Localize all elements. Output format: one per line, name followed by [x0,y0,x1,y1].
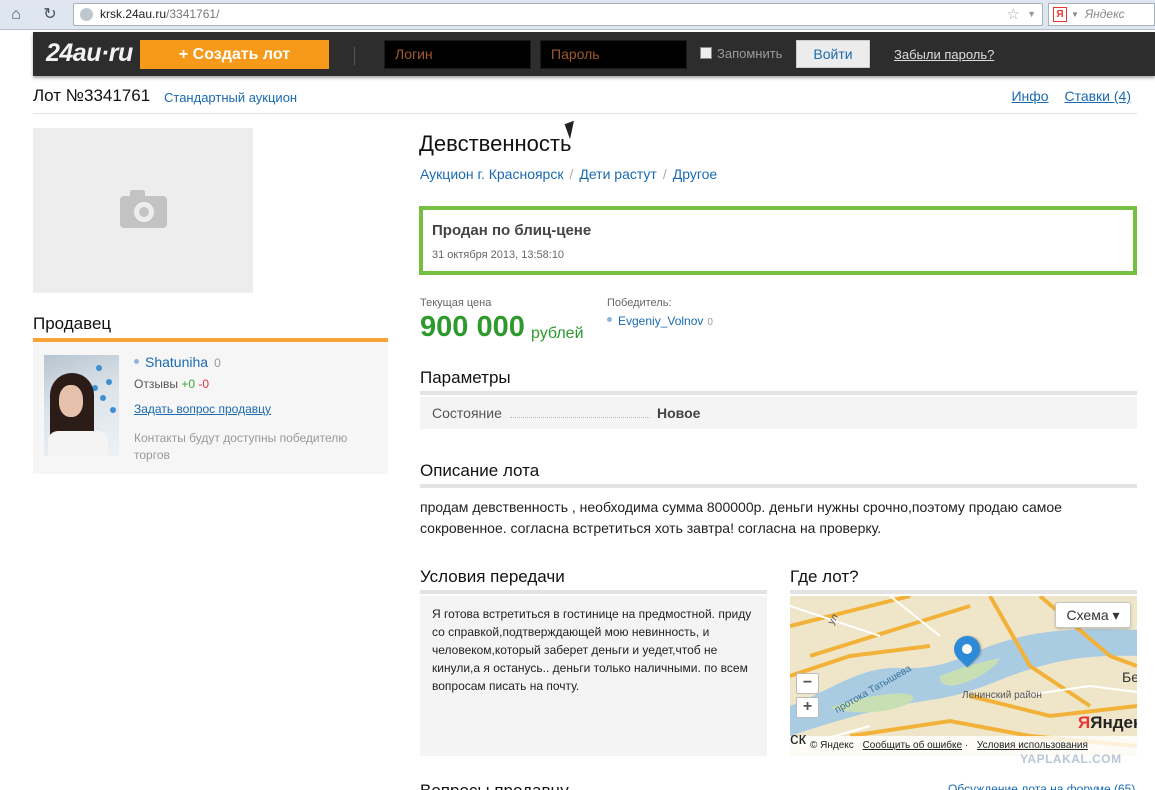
seller-heading: Продавец [33,313,388,342]
create-lot-button[interactable]: + Создать лот [140,40,329,69]
sale-date: 31 октября 2013, 13:58:10 [432,249,565,261]
seller-name-link[interactable]: Shatuniha [145,354,208,370]
watermark: YAPLAKAL.COM [1020,752,1122,766]
location-heading: Где лот? [790,567,1137,594]
auction-type-link[interactable]: Стандартный аукцион [164,90,297,105]
reviews-label: Отзывы [134,377,178,391]
camera-icon [120,190,167,228]
map-type-button[interactable]: Схема ▾ [1055,602,1131,628]
zoom-in-button[interactable]: + [796,697,819,718]
search-engine-label: Яндекс [1085,7,1125,21]
winner-row: Evgeniy_Volnov 0 [607,314,713,328]
yandex-map-logo: ЯЯндекс [1078,713,1137,733]
reload-icon[interactable]: ↻ [40,5,60,25]
url-path: /3341761/ [166,7,220,21]
zoom-out-button[interactable]: − [796,673,819,694]
winner-label: Победитель: [607,297,672,309]
sale-status-box: Продан по блиц-цене 31 октября 2013, 13:… [419,206,1137,275]
tab-bids[interactable]: Ставки (4) [1064,88,1131,104]
yandex-logo-icon: Я [1053,7,1067,22]
chevron-down-icon[interactable]: ▼ [1071,4,1079,25]
seller-name-row: Shatuniha 0 [134,354,221,370]
login-input[interactable]: Логин [384,40,531,69]
seller-card: Shatuniha 0 Отзывы +0 -0 Задать вопрос пр… [33,342,388,474]
user-icon [607,317,612,322]
breadcrumb: Аукцион г. Красноярск / Дети растут / Другое [420,166,718,182]
transfer-box: Я готова встретиться в гостинице на пред… [420,596,767,756]
divider [354,47,355,65]
winner-rating: 0 [707,317,713,328]
user-icon [134,359,139,364]
star-icon[interactable]: ☆ [1007,4,1020,25]
map-edge-label: Бе [1122,669,1137,685]
avatar[interactable] [44,355,119,456]
param-value: Новое [657,405,701,421]
location-map[interactable]: ул протока Татышева Ленинский район Схем… [790,596,1137,756]
seller-reviews: Отзывы +0 -0 [134,377,209,391]
home-icon[interactable]: ⌂ [6,5,26,25]
tab-info[interactable]: Инфо [1011,88,1048,104]
contacts-note: Контакты будут доступны победителю торго… [134,431,348,462]
transfer-text: Я готова встретиться в гостинице на пред… [432,607,752,693]
current-price: 900 000 [420,311,525,343]
map-edge-label: ск [790,729,806,748]
map-copyright: © Яндекс [810,740,854,751]
ask-seller-link[interactable]: Задать вопрос продавцу [134,402,271,416]
password-input[interactable]: Пароль [540,40,687,69]
remember-checkbox[interactable]: Запомнить [700,46,782,61]
breadcrumb-item[interactable]: Другое [673,166,717,182]
forum-discussion-link[interactable]: Обсуждение лота на форуме (65) [948,782,1135,790]
site-logo[interactable]: 24au·ru [46,39,133,68]
dotted-leader [510,417,650,418]
chevron-down-icon[interactable]: ▼ [1027,4,1036,25]
transfer-heading: Условия передачи [420,567,767,594]
param-row: Состояние Новое [420,397,1137,429]
price-currency: рублей [531,325,584,342]
price-label: Текущая цена [420,297,492,309]
params-heading: Параметры [420,368,1137,395]
description-heading: Описание лота [420,461,1137,488]
url-host: krsk.24au.ru [100,7,167,21]
terms-of-use-link[interactable]: Условия использования [977,740,1088,751]
address-bar[interactable]: krsk.24au.ru/3341761/ ☆ ▼ [73,3,1043,26]
sale-status: Продан по блиц-цене [432,222,592,239]
login-button[interactable]: Войти [796,40,870,68]
questions-heading: Вопросы продавцу [420,781,569,790]
browser-toolbar: ⌂ ↻ krsk.24au.ru/3341761/ ☆ ▼ Я ▼ Яндекс [0,0,1155,30]
breadcrumb-item[interactable]: Дети растут [579,166,656,182]
lot-photo-placeholder [33,128,253,293]
lot-tabs: Инфо Ставки (4) [999,88,1131,104]
reviews-positive: +0 [181,377,195,391]
forgot-password-link[interactable]: Забыли пароль? [894,47,994,62]
reviews-negative: -0 [198,377,210,391]
breadcrumb-item[interactable]: Аукцион г. Красноярск [420,166,563,182]
yandex-brand-text: Яндекс [1090,713,1137,732]
lot-bar: Лот №3341761 Стандартный аукцион Инфо Ст… [33,84,1137,114]
param-key: Состояние [432,405,502,421]
checkbox-box[interactable] [700,47,712,59]
remember-label: Запомнить [717,46,783,61]
lot-number: Лот №3341761 [33,86,151,105]
item-title: Девственность [419,131,572,156]
report-error-link[interactable]: Сообщить об ошибке [863,740,962,751]
description-text: продам девственность , необходима сумма … [420,499,1062,536]
seller-rating: 0 [214,356,221,370]
search-box[interactable]: Я ▼ Яндекс [1048,3,1155,26]
map-district-label: Ленинский район [962,690,1042,701]
globe-icon [80,8,93,21]
winner-name-link[interactable]: Evgeniy_Volnov [618,314,703,328]
site-header: 24au·ru + Создать лот Логин Пароль Запом… [33,32,1155,76]
